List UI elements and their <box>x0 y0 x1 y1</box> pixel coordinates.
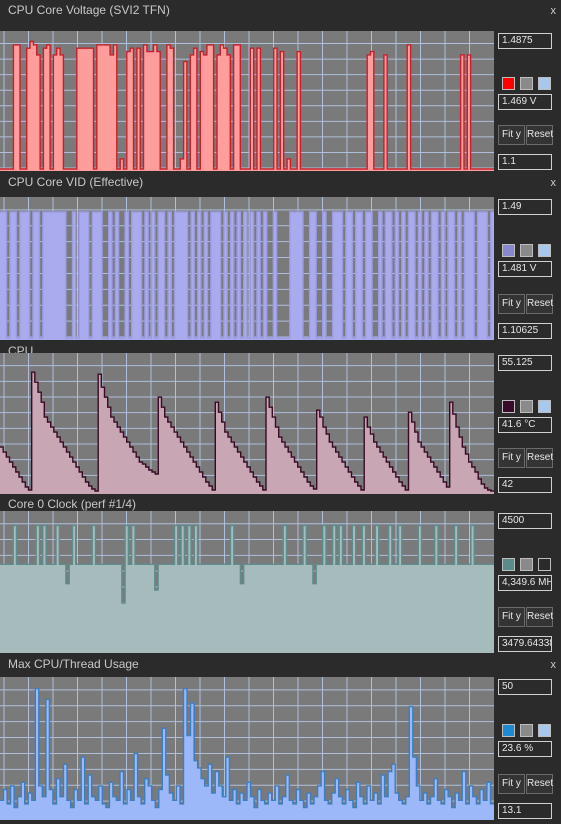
graph-canvas <box>0 197 494 340</box>
close-graph-button[interactable]: x <box>551 5 557 17</box>
reset-button[interactable]: Reset <box>526 774 553 794</box>
min-value-field[interactable]: 1.1 <box>498 154 552 170</box>
reset-button[interactable]: Reset <box>526 448 553 468</box>
reset-button[interactable]: Reset <box>526 294 553 314</box>
grid-color-swatch[interactable] <box>538 244 551 257</box>
series-color-swatch[interactable] <box>502 244 515 257</box>
graph-panel-max-thread-usage: Max CPU/Thread Usage x 50 23.6 % Fit y Reset 1… <box>0 654 561 820</box>
series-color-swatch[interactable] <box>502 724 515 737</box>
fit-y-button[interactable]: Fit y <box>498 125 525 145</box>
background-color-swatch[interactable] <box>520 77 533 90</box>
graph-canvas <box>0 353 494 494</box>
min-value-field[interactable]: 1.10625 <box>498 323 552 339</box>
grid-color-swatch[interactable] <box>538 724 551 737</box>
series-area <box>0 372 494 494</box>
graph-side-controls: 1.49 1.481 V Fit y Reset 1.10625 <box>494 197 561 340</box>
fit-y-button[interactable]: Fit y <box>498 607 525 627</box>
series-color-swatch[interactable] <box>502 400 515 413</box>
graph-title: CPU Core VID (Effective) <box>8 175 144 189</box>
graph-plot-area[interactable] <box>0 511 494 653</box>
max-value-field[interactable]: 55.125 <box>498 355 552 371</box>
graph-title: Max CPU/Thread Usage <box>8 657 139 671</box>
graph-panel-core-vid: CPU Core VID (Effective) x 1.49 1.481 V Fit … <box>0 172 561 340</box>
graph-plot-area[interactable] <box>0 197 494 340</box>
graph-panel-core-voltage: CPU Core Voltage (SVI2 TFN) x 1.4875 1.469 … <box>0 0 561 171</box>
grid-color-swatch[interactable] <box>538 77 551 90</box>
graph-side-controls: 4500 4,349.6 MHz Fit yReset 3479.64338. <box>494 511 561 653</box>
min-value-field[interactable]: 13.1 <box>498 803 552 819</box>
graph-side-controls: 55.125 41.6 °C Fit y Reset 42 <box>494 353 561 494</box>
fit-y-button[interactable]: Fit y <box>498 774 525 794</box>
background-color-swatch[interactable] <box>520 558 533 571</box>
graph-plot-area[interactable] <box>0 353 494 494</box>
graph-plot-area[interactable] <box>0 31 494 171</box>
graph-titlebar: CPU Core Voltage (SVI2 TFN) x <box>0 0 561 22</box>
series-color-swatch[interactable] <box>502 558 515 571</box>
graph-panel-cpu-temp: CPU 55.125 41.6 °C Fit y Reset 42 <box>0 341 561 494</box>
current-value-field: 41.6 °C <box>498 417 552 433</box>
graph-canvas <box>0 511 494 653</box>
reset-button[interactable]: Reset <box>526 607 553 627</box>
background-color-swatch[interactable] <box>520 400 533 413</box>
graph-side-controls: 50 23.6 % Fit y Reset 13.1 <box>494 677 561 820</box>
graph-canvas <box>0 31 494 171</box>
series-line <box>0 40 494 170</box>
fit-y-button[interactable]: Fit y <box>498 294 525 314</box>
graph-panel-core0-clock: Core 0 Clock (perf #1/4) 4500 4,349.6 MHz F… <box>0 494 561 653</box>
current-value-field: 23.6 % <box>498 741 552 757</box>
min-value-field[interactable]: 42 <box>498 477 552 493</box>
current-value-field: 1.469 V <box>498 94 552 110</box>
grid-color-swatch[interactable] <box>538 558 551 571</box>
close-graph-button[interactable]: x <box>551 659 557 671</box>
max-value-field[interactable]: 50 <box>498 679 552 695</box>
series-area <box>0 525 494 653</box>
grid-color-swatch[interactable] <box>538 400 551 413</box>
max-value-field[interactable]: 1.49 <box>498 199 552 215</box>
series-color-swatch[interactable] <box>502 77 515 90</box>
min-value-field[interactable]: 3479.64338. <box>498 636 552 652</box>
graph-titlebar: CPU Core VID (Effective) x <box>0 172 561 194</box>
graph-title: CPU Core Voltage (SVI2 TFN) <box>8 3 170 17</box>
max-value-field[interactable]: 1.4875 <box>498 33 552 49</box>
graph-plot-area[interactable] <box>0 677 494 820</box>
reset-button[interactable]: Reset <box>526 125 553 145</box>
current-value-field: 4,349.6 MHz <box>498 575 552 591</box>
close-graph-button[interactable]: x <box>551 177 557 189</box>
background-color-swatch[interactable] <box>520 724 533 737</box>
background-color-swatch[interactable] <box>520 244 533 257</box>
fit-y-button[interactable]: Fit y <box>498 448 525 468</box>
series-line <box>0 687 494 809</box>
graph-canvas <box>0 677 494 820</box>
current-value-field: 1.481 V <box>498 261 552 277</box>
graph-titlebar: Max CPU/Thread Usage x <box>0 654 561 676</box>
graph-side-controls: 1.4875 1.469 V Fit y Reset 1.1 <box>494 31 561 171</box>
max-value-field[interactable]: 4500 <box>498 513 552 529</box>
graph-title: Core 0 Clock (perf #1/4) <box>8 497 137 511</box>
